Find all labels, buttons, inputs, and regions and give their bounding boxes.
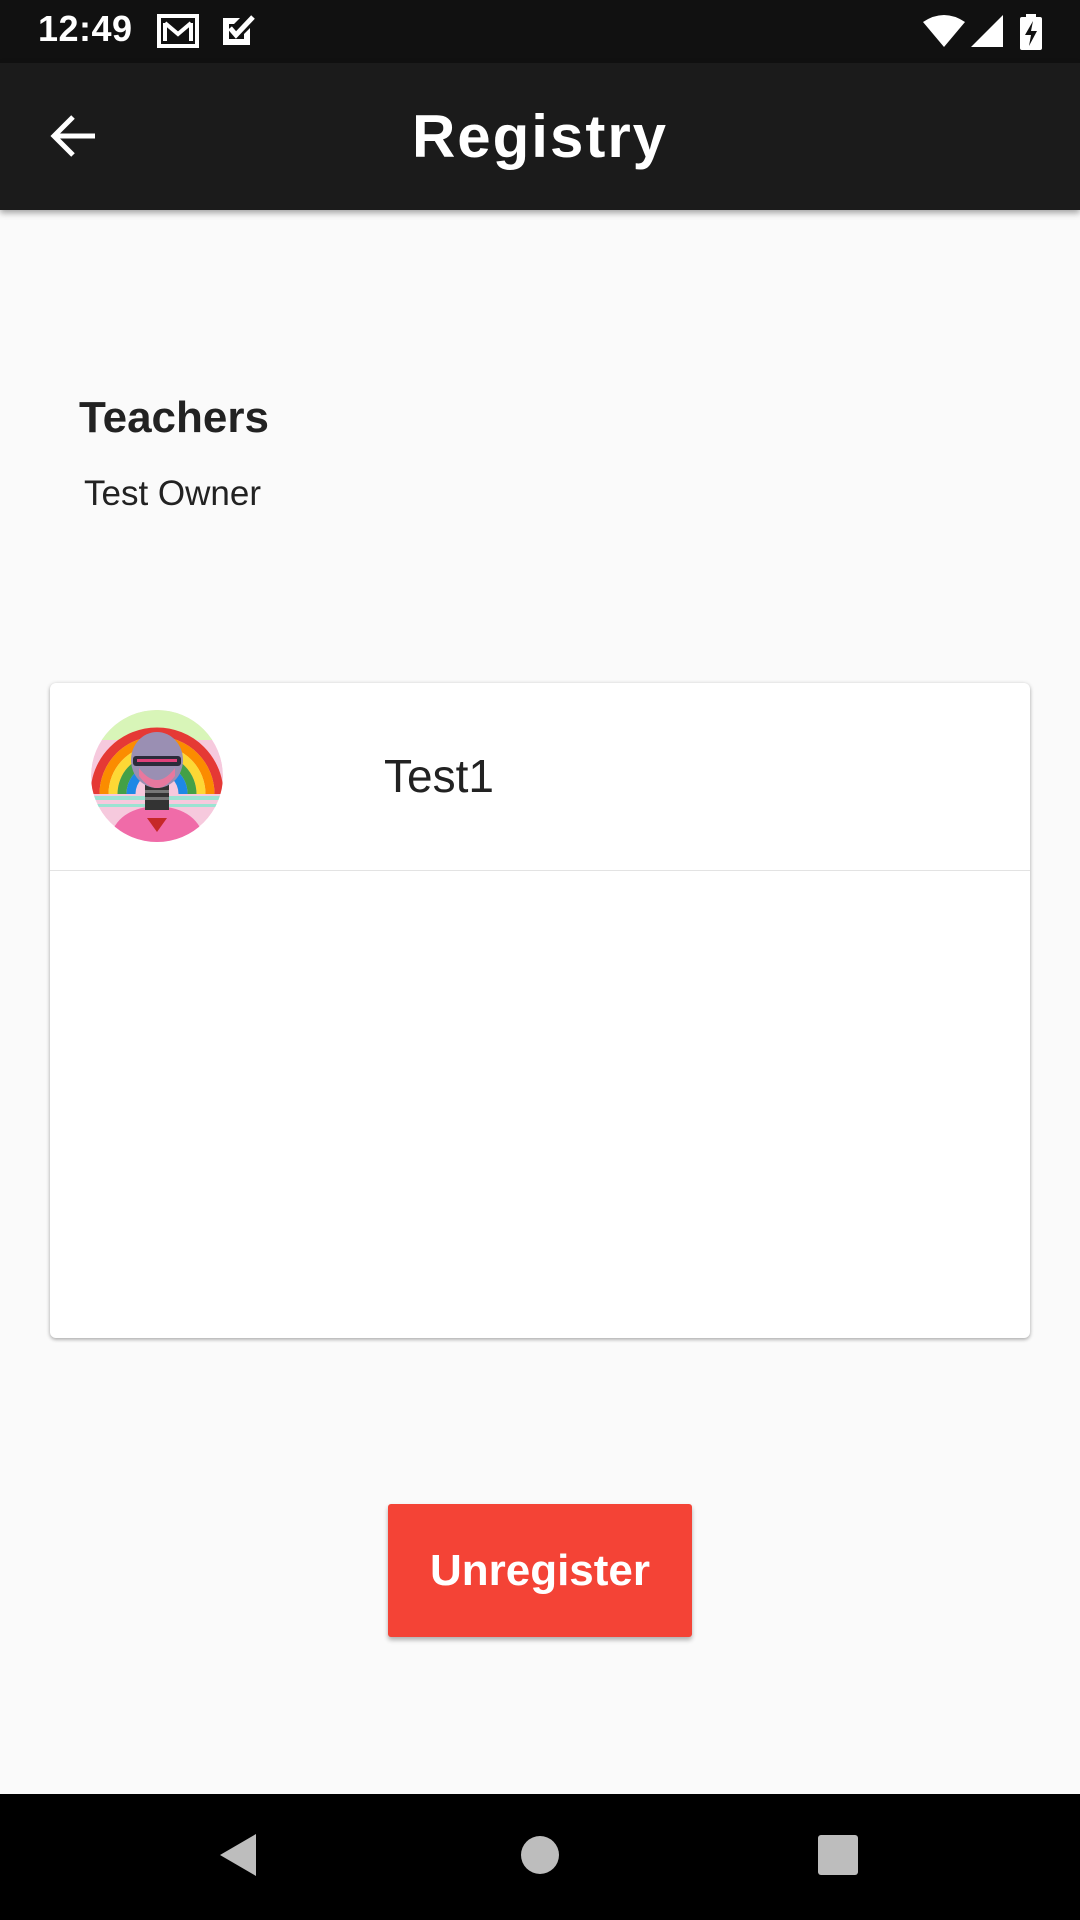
unregister-button[interactable]: Unregister — [388, 1504, 692, 1637]
back-button[interactable] — [36, 103, 110, 173]
nav-recents-button[interactable] — [803, 1822, 873, 1892]
nav-home-button[interactable] — [505, 1822, 575, 1892]
back-triangle-icon — [216, 1831, 260, 1884]
avatar — [91, 710, 223, 842]
recents-square-icon — [818, 1834, 858, 1880]
app-bar: Registry — [0, 63, 1080, 210]
home-circle-icon — [520, 1835, 560, 1880]
checkbox-icon — [220, 14, 256, 53]
arrow-left-icon — [49, 114, 97, 163]
status-bar: 12:49 — [0, 0, 1080, 63]
nav-back-button[interactable] — [203, 1822, 273, 1892]
wifi-icon — [922, 14, 966, 53]
student-row[interactable]: Test1 — [50, 683, 1030, 871]
teachers-heading: Teachers — [79, 393, 269, 442]
gmail-icon — [157, 14, 199, 53]
page-title: Registry — [411, 103, 669, 170]
student-card: Test1 — [50, 683, 1030, 1338]
system-nav-bar — [0, 1794, 1080, 1920]
student-name: Test1 — [384, 750, 494, 802]
status-time: 12:49 — [38, 8, 133, 49]
battery-charging-icon — [1019, 14, 1043, 55]
signal-icon — [970, 14, 1004, 53]
teacher-name: Test Owner — [84, 474, 261, 513]
